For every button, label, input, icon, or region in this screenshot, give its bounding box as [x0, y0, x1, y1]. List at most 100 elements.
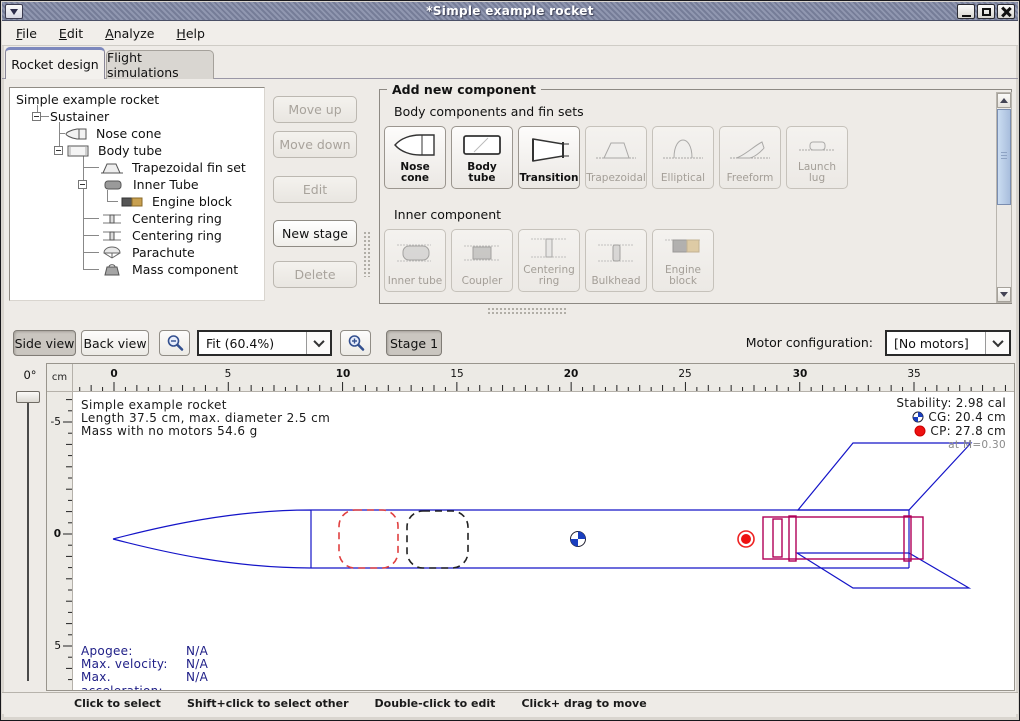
move-up-button: Move up — [273, 96, 357, 123]
collapse-toggle-icon[interactable] — [78, 180, 87, 189]
ruler-label: 30 — [793, 368, 808, 380]
horizontal-splitter-handle[interactable] — [487, 307, 567, 316]
add-elliptical-fin-button: Elliptical — [652, 126, 714, 189]
maximize-button[interactable] — [977, 4, 995, 19]
cp-marker — [738, 531, 754, 547]
bulkhead-icon — [586, 230, 646, 276]
new-stage-button[interactable]: New stage — [273, 220, 357, 247]
nose-cone-icon — [64, 127, 88, 141]
back-view-button[interactable]: Back view — [81, 330, 149, 356]
side-view-button[interactable]: Side view — [13, 330, 76, 356]
tab-rocket-design[interactable]: Rocket design — [5, 47, 105, 79]
tree-item-rocket[interactable]: Simple example rocket — [10, 91, 264, 108]
cg-value: CG: 20.4 cm — [928, 410, 1006, 424]
edit-button: Edit — [273, 176, 357, 203]
add-bulkhead-button: Bulkhead — [585, 229, 647, 292]
motor-configuration-select[interactable]: [No motors] — [885, 330, 1011, 356]
stage-1-toggle[interactable]: Stage 1 — [386, 330, 442, 356]
scrollbar-thumb[interactable] — [997, 109, 1011, 205]
add-transition-button[interactable]: Transition — [518, 126, 580, 189]
rocket-name: Simple example rocket — [81, 398, 227, 412]
menu-analyze[interactable]: Analyze — [101, 24, 158, 43]
tree-item-parachute[interactable]: Parachute — [10, 244, 264, 261]
ruler-label: 0 — [54, 528, 61, 540]
tree-item-engine-block[interactable]: Engine block — [10, 193, 264, 210]
engine-block-icon — [653, 230, 713, 265]
tree-item-inner-tube[interactable]: Inner Tube — [10, 176, 264, 193]
component-panel-scrollbar[interactable] — [996, 92, 1012, 303]
cp-legend-icon — [914, 425, 926, 437]
collapse-toggle-icon[interactable] — [54, 146, 63, 155]
rocket-figure-viewport: cm 0 5 10 15 20 25 30 35 -5 0 5 — [46, 363, 1015, 691]
zoom-out-button[interactable] — [159, 330, 190, 356]
cp-value: CP: 27.8 cm — [930, 424, 1006, 438]
parachute-icon — [100, 246, 124, 260]
maximize-icon — [982, 8, 991, 16]
arrow-up-icon — [1000, 98, 1008, 103]
tree-item-fin-set[interactable]: Trapezoidal fin set — [10, 159, 264, 176]
stability-value: Stability: 2.98 cal — [896, 396, 1006, 410]
move-down-button: Move down — [273, 131, 357, 158]
tree-item-centering-ring[interactable]: Centering ring — [10, 210, 264, 227]
add-centering-ring-button: Centering ring — [518, 229, 580, 292]
tree-item-nose-cone[interactable]: Nose cone — [10, 125, 264, 142]
rotation-slider-track[interactable] — [27, 403, 29, 681]
ruler-label: 0 — [110, 368, 117, 380]
inner-tube-icon — [385, 230, 445, 276]
dropdown-arrow[interactable] — [306, 332, 330, 354]
add-nose-cone-button[interactable]: Nose cone — [384, 126, 446, 189]
ruler-label: 35 — [907, 368, 920, 380]
motor-configuration-label: Motor configuration: — [746, 335, 873, 350]
rotation-angle-label: 0° — [15, 368, 45, 382]
rocket-mass: Mass with no motors 54.6 g — [81, 424, 258, 438]
menu-edit[interactable]: Edit — [55, 24, 87, 43]
menu-file[interactable]: File — [12, 24, 41, 43]
dropdown-arrow[interactable] — [985, 332, 1009, 354]
close-button[interactable] — [997, 4, 1015, 19]
centering-ring-icon — [519, 230, 579, 265]
max-velocity-value: N/A — [186, 657, 208, 670]
menu-bar: File Edit Analyze Help — [2, 21, 1018, 46]
flight-data: Apogee:N/A Max. velocity:N/A Max. accele… — [81, 644, 208, 683]
scroll-down-button[interactable] — [997, 287, 1011, 302]
apogee-value: N/A — [186, 644, 208, 657]
minimize-icon — [962, 15, 971, 17]
tree-item-mass-component[interactable]: Mass component — [10, 261, 264, 278]
hint-shift-click: Shift+click to select other — [187, 697, 349, 710]
add-body-tube-button[interactable]: Body tube — [451, 126, 513, 189]
tab-flight-simulations[interactable]: Flight simulations — [106, 50, 214, 79]
add-trapezoidal-fin-button: Trapezoidal — [585, 126, 647, 189]
menu-help[interactable]: Help — [172, 24, 209, 43]
centering-ring-icon — [100, 212, 124, 226]
body-tube-icon — [452, 127, 512, 162]
add-inner-tube-button: Inner tube — [384, 229, 446, 292]
component-tree[interactable]: Simple example rocket Sustainer Nose con… — [9, 87, 265, 301]
collapse-toggle-icon[interactable] — [32, 112, 41, 121]
magnifier-minus-icon — [165, 333, 185, 353]
rocket-canvas[interactable]: Simple example rocket Length 37.5 cm, ma… — [73, 392, 1014, 690]
ruler-label: 10 — [336, 368, 351, 380]
tree-item-sustainer[interactable]: Sustainer — [10, 108, 264, 125]
section-inner-components: Inner component — [394, 207, 501, 222]
zoom-select[interactable]: Fit (60.4%) — [197, 330, 332, 356]
scroll-up-button[interactable] — [997, 93, 1011, 108]
rotation-slider-handle[interactable] — [16, 391, 40, 403]
add-launch-lug-button: Launch lug — [786, 126, 848, 189]
ruler-label: 25 — [678, 368, 691, 380]
tree-item-body-tube[interactable]: Body tube — [10, 142, 264, 159]
title-bar[interactable]: *Simple example rocket — [2, 2, 1018, 21]
engine-block-icon — [120, 195, 144, 209]
minimize-button[interactable] — [957, 4, 975, 19]
tree-item-centering-ring[interactable]: Centering ring — [10, 227, 264, 244]
chevron-down-icon — [992, 336, 1003, 347]
vertical-splitter-handle[interactable] — [363, 231, 372, 277]
add-component-title: Add new component — [387, 82, 541, 97]
ruler-label: 20 — [564, 368, 579, 380]
zoom-in-button[interactable] — [340, 330, 371, 356]
mass-icon — [100, 263, 124, 277]
triangle-icon — [10, 9, 18, 15]
rocket-dimensions: Length 37.5 cm, max. diameter 2.5 cm — [81, 411, 330, 425]
ruler-label: -5 — [51, 416, 61, 428]
mach-condition: at M=0.30 — [948, 438, 1006, 451]
window-menu-icon[interactable] — [5, 4, 23, 19]
